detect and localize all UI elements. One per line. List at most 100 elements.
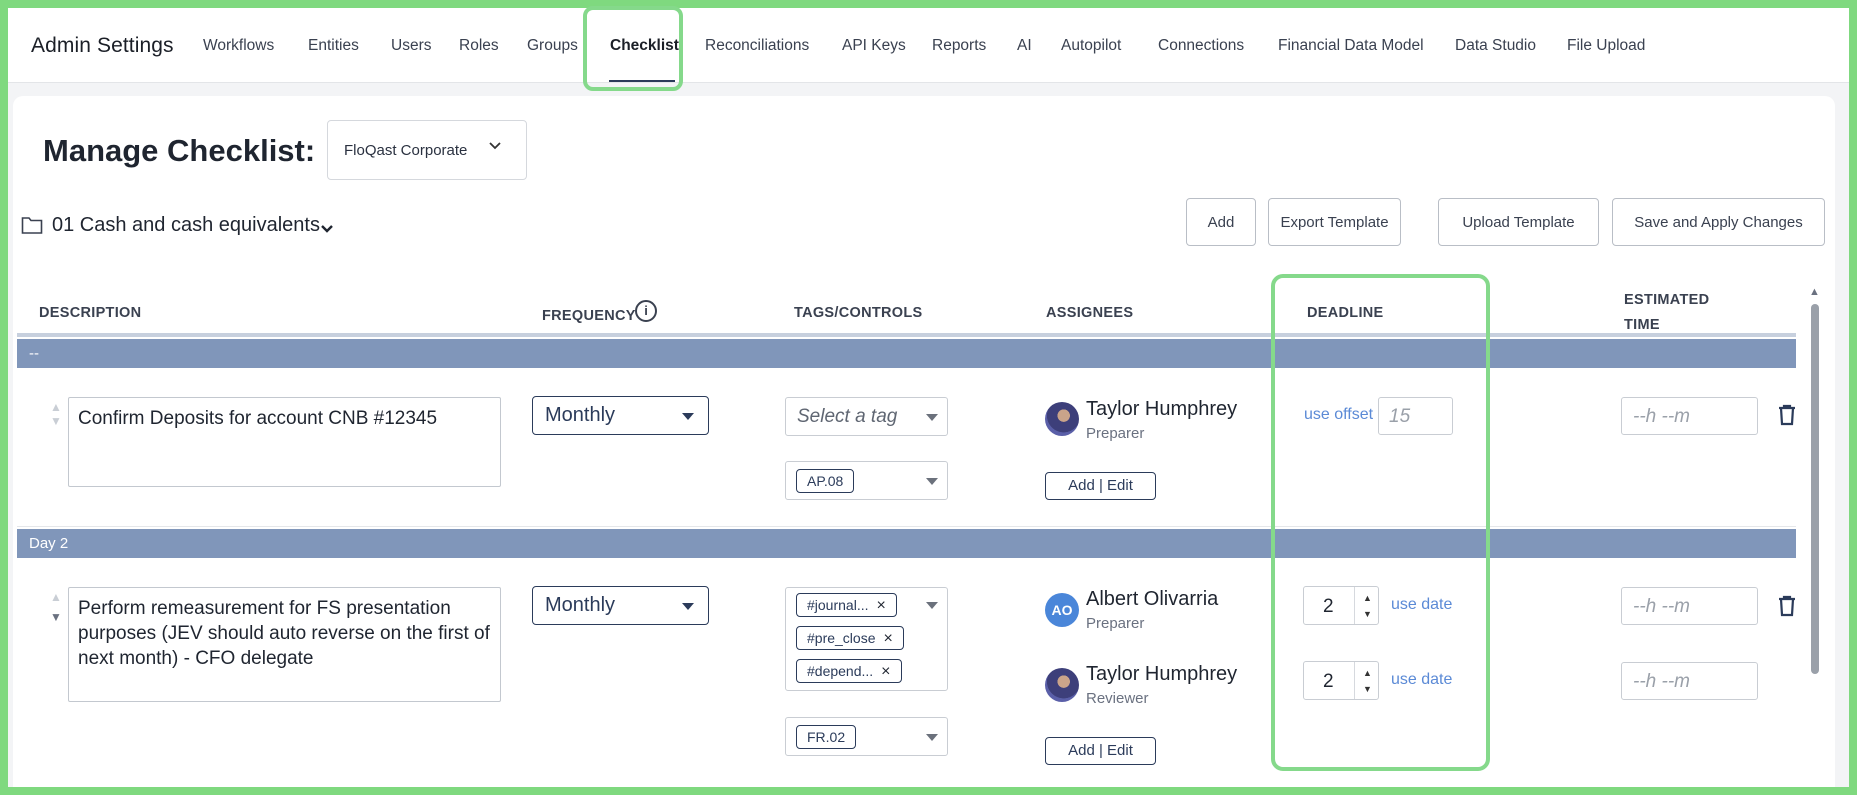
assignee-role: Preparer xyxy=(1086,615,1145,632)
tag-select[interactable]: Select a tag xyxy=(785,397,948,436)
estimated-time-placeholder: --h --m xyxy=(1633,596,1690,617)
export-template-button[interactable]: Export Template xyxy=(1268,198,1401,246)
caret-down-icon xyxy=(682,603,694,610)
estimated-time-input[interactable]: --h --m xyxy=(1621,397,1758,435)
caret-down-icon xyxy=(926,414,938,421)
caret-down-icon xyxy=(926,478,938,485)
caret-down-icon xyxy=(926,734,938,741)
nav-groups[interactable]: Groups xyxy=(527,37,578,55)
assignee-name: Albert Olivarria xyxy=(1086,588,1219,610)
move-up-icon[interactable]: ▲ xyxy=(50,590,62,604)
entity-dropdown-label: FloQast Corporate xyxy=(344,142,468,159)
header-divider xyxy=(17,333,1796,337)
add-button[interactable]: Add xyxy=(1186,198,1256,246)
frequency-value: Monthly xyxy=(545,404,616,426)
avatar xyxy=(1045,402,1079,436)
nav-ai[interactable]: AI xyxy=(1017,37,1032,55)
header-description: DESCRIPTION xyxy=(39,305,142,321)
control-chip-label: FR.02 xyxy=(807,729,846,745)
nav-financial-data-model[interactable]: Financial Data Model xyxy=(1278,37,1424,55)
add-edit-assignee-button[interactable]: Add | Edit xyxy=(1045,737,1156,765)
remove-tag-icon[interactable]: × xyxy=(881,663,890,680)
control-chip: FR.02 xyxy=(796,725,857,749)
nav-reports[interactable]: Reports xyxy=(932,37,986,55)
avatar: AO xyxy=(1045,593,1079,627)
nav-entities[interactable]: Entities xyxy=(308,37,359,55)
reorder-handle[interactable]: ▲ ▼ xyxy=(50,590,62,624)
avatar xyxy=(1045,668,1079,702)
upload-template-button[interactable]: Upload Template xyxy=(1438,198,1599,246)
tag-chip-label: #pre_close xyxy=(807,630,876,646)
assignee-name: Taylor Humphrey xyxy=(1086,663,1238,685)
frequency-dropdown[interactable]: Monthly xyxy=(532,586,709,625)
tag-chip-label: #depend... xyxy=(807,663,874,679)
frequency-value: Monthly xyxy=(545,594,616,616)
frequency-dropdown[interactable]: Monthly xyxy=(532,396,709,435)
nav-data-studio[interactable]: Data Studio xyxy=(1455,37,1536,55)
top-nav: Admin Settings Workflows Entities Users … xyxy=(8,8,1849,83)
header-time: TIME xyxy=(1624,317,1660,333)
header-frequency: FREQUENCY xyxy=(542,308,636,324)
move-down-icon[interactable]: ▼ xyxy=(50,610,62,624)
description-input[interactable]: Perform remeasurement for FS presentatio… xyxy=(68,587,501,702)
assignee-name: Taylor Humphrey xyxy=(1086,398,1238,420)
delete-row-button[interactable] xyxy=(1778,404,1796,431)
nav-api-keys[interactable]: API Keys xyxy=(842,37,906,55)
move-down-icon[interactable]: ▼ xyxy=(50,414,62,428)
folder-name: 01 Cash and cash equivalents xyxy=(52,214,320,236)
remove-tag-icon[interactable]: × xyxy=(876,597,885,614)
trash-icon xyxy=(1779,595,1795,617)
nav-connections[interactable]: Connections xyxy=(1158,37,1244,55)
section-label: -- xyxy=(29,345,39,362)
deadline-highlight-box xyxy=(1271,274,1490,771)
assignee-role: Reviewer xyxy=(1086,690,1149,707)
nav-reconciliations[interactable]: Reconciliations xyxy=(705,37,809,55)
tag-chip: #journal... × xyxy=(796,593,897,617)
tag-chip-label: #journal... xyxy=(807,597,869,613)
tag-chip: #depend... × xyxy=(796,659,902,683)
chevron-down-icon xyxy=(488,139,502,158)
nav-file-upload[interactable]: File Upload xyxy=(1567,37,1645,55)
move-up-icon[interactable]: ▲ xyxy=(50,400,62,414)
tag-chip: #pre_close × xyxy=(796,626,904,650)
caret-down-icon xyxy=(926,602,938,609)
caret-down-icon xyxy=(682,413,694,420)
section-header-2: Day 2 xyxy=(17,529,1796,558)
remove-tag-icon[interactable]: × xyxy=(884,630,893,647)
nav-users[interactable]: Users xyxy=(391,37,431,55)
tag-placeholder: Select a tag xyxy=(797,406,898,427)
save-apply-changes-button[interactable]: Save and Apply Changes xyxy=(1612,198,1825,246)
section-label: Day 2 xyxy=(29,535,69,552)
header-tags-controls: TAGS/CONTROLS xyxy=(794,305,923,321)
estimated-time-input[interactable]: --h --m xyxy=(1621,587,1758,625)
nav-workflows[interactable]: Workflows xyxy=(203,37,274,55)
control-select[interactable]: FR.02 xyxy=(785,717,948,756)
estimated-time-placeholder: --h --m xyxy=(1633,671,1690,692)
nav-roles[interactable]: Roles xyxy=(459,37,499,55)
scroll-up-icon[interactable]: ▲ xyxy=(1809,286,1820,298)
reorder-handle[interactable]: ▲ ▼ xyxy=(50,400,62,428)
delete-row-button[interactable] xyxy=(1778,595,1796,622)
info-icon[interactable]: i xyxy=(635,300,657,322)
header-estimated: ESTIMATED xyxy=(1624,292,1710,308)
assignee-role: Preparer xyxy=(1086,425,1145,442)
description-input[interactable]: Confirm Deposits for account CNB #12345 xyxy=(68,397,501,487)
row-divider xyxy=(17,526,1796,527)
estimated-time-input[interactable]: --h --m xyxy=(1621,662,1758,700)
control-chip-label: AP.08 xyxy=(807,473,844,489)
header-assignees: ASSIGNEES xyxy=(1046,305,1134,321)
checklist-highlight-box xyxy=(583,6,683,91)
add-edit-assignee-button[interactable]: Add | Edit xyxy=(1045,472,1156,500)
nav-autopilot[interactable]: Autopilot xyxy=(1061,37,1121,55)
control-chip: AP.08 xyxy=(796,469,855,493)
entity-dropdown[interactable]: FloQast Corporate xyxy=(327,120,527,180)
tag-select[interactable]: #journal... × #pre_close × #depend... × xyxy=(785,587,948,691)
estimated-time-placeholder: --h --m xyxy=(1633,406,1690,427)
trash-icon xyxy=(1779,404,1795,426)
page-title: Manage Checklist: xyxy=(43,133,316,168)
folder-icon xyxy=(21,217,43,234)
section-header-1: -- xyxy=(17,339,1796,368)
control-select[interactable]: AP.08 xyxy=(785,461,948,500)
vertical-scrollbar-thumb[interactable] xyxy=(1811,304,1819,674)
brand-title: Admin Settings xyxy=(31,34,174,57)
